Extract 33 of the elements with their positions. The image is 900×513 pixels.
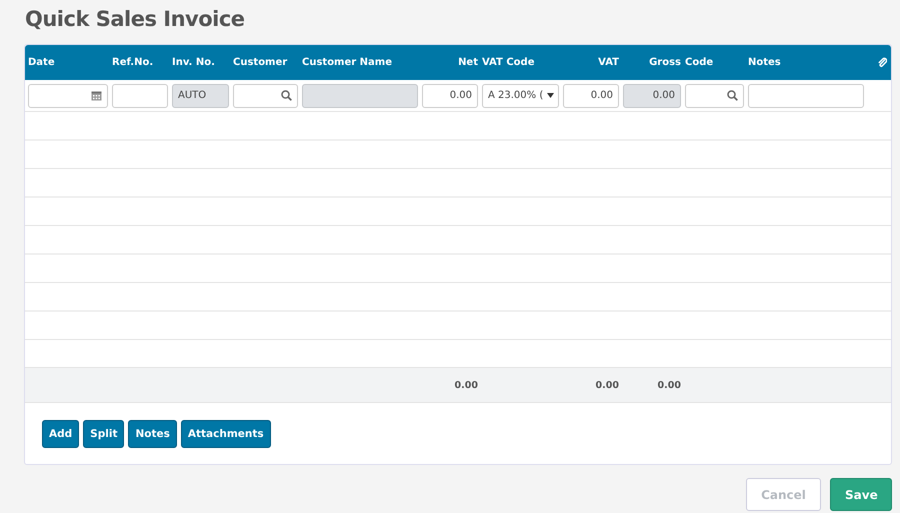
action-button[interactable]: Notes (128, 420, 177, 448)
column-header: Gross (648, 57, 681, 68)
input-field[interactable] (685, 84, 744, 108)
date-field[interactable] (28, 84, 108, 108)
total-value: 0.00 (454, 380, 478, 390)
column-header: Date (28, 57, 56, 68)
column-header: Inv. No. (172, 57, 216, 68)
paperclip-icon (878, 57, 887, 68)
action-button[interactable]: Split (83, 420, 124, 448)
page-title: Quick Sales Invoice (24, 6, 246, 33)
input-field[interactable] (233, 84, 298, 108)
column-header: VAT (597, 57, 619, 68)
column-header: Notes (748, 57, 782, 68)
column-header: Net (457, 57, 478, 68)
action-button[interactable]: Attachments (180, 420, 271, 448)
column-header: Customer (233, 57, 288, 68)
column-header: Code (685, 57, 714, 68)
total-value: 0.00 (656, 380, 681, 390)
column-header: Customer Name (302, 57, 393, 68)
action-button[interactable]: Add (42, 420, 80, 448)
search-icon (727, 90, 738, 101)
save-button[interactable]: Save (830, 478, 892, 511)
dropdown-arrow-icon (547, 93, 554, 98)
input-field[interactable] (112, 84, 168, 108)
dropdown[interactable]: A 23.00% ( (482, 84, 559, 108)
calendar-icon (91, 90, 102, 101)
total-value: 0.00 (594, 380, 619, 390)
input-field[interactable]: 0.00 (422, 84, 478, 108)
column-header: VAT Code (482, 57, 536, 68)
input-field[interactable]: 0.00 (563, 84, 619, 108)
input-field[interactable] (748, 84, 864, 108)
column-header: Ref.No. (112, 57, 154, 68)
search-icon (281, 90, 292, 101)
